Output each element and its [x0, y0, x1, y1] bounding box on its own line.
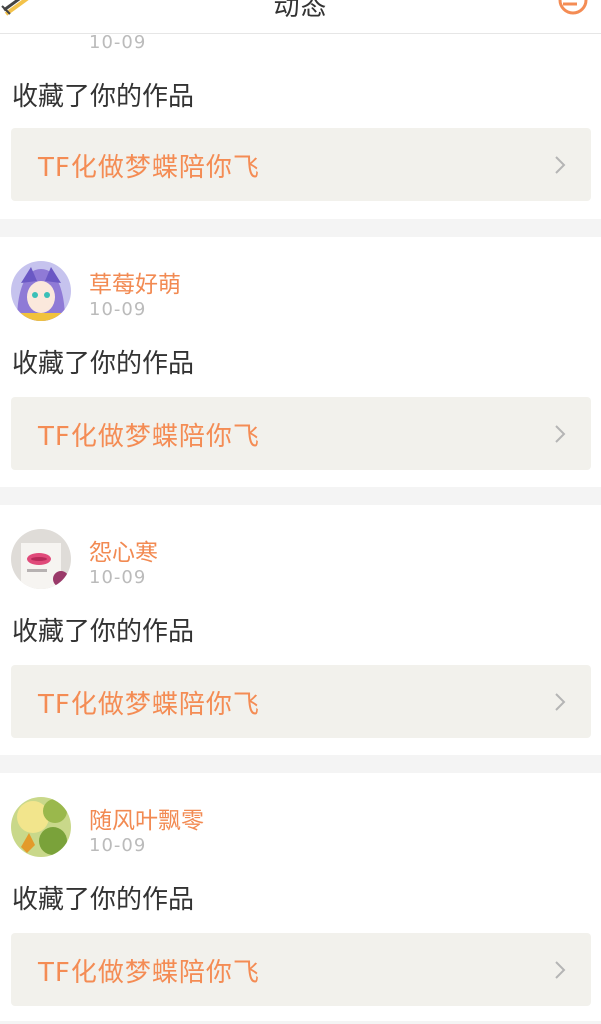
work-title: TF化做梦蝶陪你飞 [38, 153, 260, 183]
action-text: 收藏了你的作品 [12, 617, 195, 647]
work-link[interactable]: TF化做梦蝶陪你飞 [11, 397, 591, 470]
work-link[interactable]: TF化做梦蝶陪你飞 [11, 128, 591, 201]
work-title: TF化做梦蝶陪你飞 [38, 958, 260, 988]
avatar[interactable] [11, 261, 71, 321]
divider [0, 219, 601, 237]
username[interactable]: 草莓好萌 [89, 265, 181, 299]
chevron-right-icon [555, 425, 566, 443]
chevron-right-icon [555, 693, 566, 711]
divider [0, 755, 601, 773]
username[interactable]: 怨心寒 [89, 533, 158, 567]
timestamp: 10-09 [89, 32, 147, 53]
timestamp: 10-09 [89, 299, 147, 320]
timestamp: 10-09 [89, 567, 147, 588]
work-link[interactable]: TF化做梦蝶陪你飞 [11, 933, 591, 1006]
avatar[interactable] [11, 797, 71, 857]
action-text: 收藏了你的作品 [12, 349, 195, 379]
feed-item: 随风叶飘零 10-09 收藏了你的作品 TF化做梦蝶陪你飞 [0, 773, 601, 1006]
page-title: 动态 [273, 0, 328, 22]
chevron-right-icon [555, 156, 566, 174]
divider [0, 487, 601, 505]
username[interactable]: 随风叶飘零 [89, 801, 204, 835]
work-title: TF化做梦蝶陪你飞 [38, 690, 260, 720]
top-bar: 动态 [0, 0, 601, 34]
work-title: TF化做梦蝶陪你飞 [38, 422, 260, 452]
feed-item: 怨心寒 10-09 收藏了你的作品 TF化做梦蝶陪你飞 [0, 505, 601, 738]
action-text: 收藏了你的作品 [12, 82, 195, 112]
work-link[interactable]: TF化做梦蝶陪你飞 [11, 665, 591, 738]
chevron-right-icon [555, 961, 566, 979]
feed-item: 草莓好萌 10-09 收藏了你的作品 TF化做梦蝶陪你飞 [0, 237, 601, 470]
search-icon[interactable] [557, 0, 593, 20]
action-text: 收藏了你的作品 [12, 885, 195, 915]
avatar[interactable] [11, 529, 71, 589]
timestamp: 10-09 [89, 835, 147, 856]
